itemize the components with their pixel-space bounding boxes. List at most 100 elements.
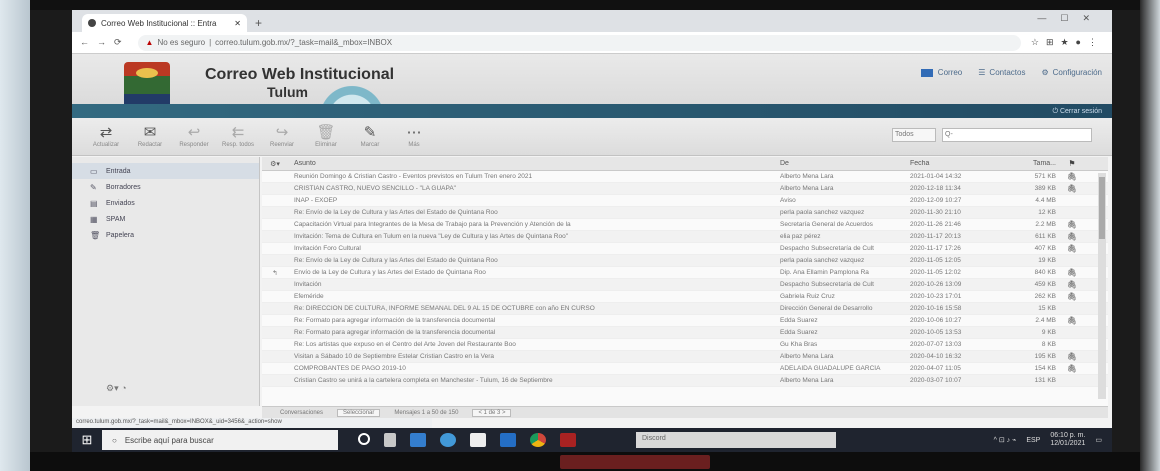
row-date: 2020-10-23 17:01	[910, 293, 962, 300]
refresh-button[interactable]: ⇄ Actualizar	[84, 125, 128, 149]
row-date: 2021-01-04 14:32	[910, 173, 962, 180]
table-row[interactable]: Visitan a Sábado 10 de Septiembre Estela…	[262, 351, 1108, 363]
select-dropdown[interactable]: Seleccionar	[337, 408, 381, 417]
more-button[interactable]: ⋯ Más	[392, 125, 436, 149]
row-size: 840 KB	[1034, 269, 1056, 276]
row-date: 2020-10-06 10:27	[910, 317, 962, 324]
windows-start-icon[interactable]: ⊞	[72, 432, 102, 448]
row-date: 2020-03-07 10:07	[910, 377, 962, 384]
table-row[interactable]: Re: Formato para agregar información de …	[262, 315, 1108, 327]
attachment-icon: 🖇	[1066, 244, 1078, 253]
row-subject: Invitación	[294, 281, 322, 288]
table-row[interactable]: Invitación Foro Cultural Despacho Subsecr…	[262, 243, 1108, 255]
row-size: 15 KB	[1038, 305, 1056, 312]
row-subject: Cristian Castro se unirá a la cartelera …	[294, 377, 553, 384]
row-date: 2020-10-16 15:58	[910, 305, 962, 312]
trash-icon: 🗑	[90, 230, 101, 240]
clock[interactable]: 06:10 p. m. 12/01/2021	[1050, 432, 1085, 448]
tray-icons[interactable]: ^ ⊡ ♪ ⌁	[994, 436, 1017, 444]
row-size: 8 KB	[1041, 341, 1056, 348]
new-tab-icon[interactable]: +	[255, 16, 262, 30]
attachment-icon: 🖇	[1066, 316, 1078, 325]
navigation-icons[interactable]: ←→⟳	[80, 37, 130, 48]
list-scrollbar[interactable]	[1098, 173, 1106, 399]
table-row[interactable]: COMPROBANTES DE PAGO 2019-10 ADELAIDA GUA…	[262, 363, 1108, 375]
list-statusbar: Conversaciones Seleccionar Mensajes 1 a …	[262, 406, 1108, 418]
mail-app-icon[interactable]	[500, 433, 516, 447]
reply-all-button[interactable]: ⇇ Resp. todos	[216, 125, 260, 149]
pagination[interactable]: < 1 de 3 >	[472, 408, 512, 417]
search-scope-select[interactable]: Todos	[892, 128, 936, 142]
table-row[interactable]: Re: Los artistas que expuso en el Centro…	[262, 339, 1108, 351]
table-row[interactable]: Invitación: Tema de Cultura en Tulum en …	[262, 231, 1108, 243]
discord-notification[interactable]: Discord	[636, 432, 836, 448]
logout-link[interactable]: ⏻ Cerrar sesión	[1053, 108, 1103, 116]
folder-sent[interactable]: ▤ Enviados	[72, 195, 259, 211]
folder-drafts[interactable]: ✎ Borradores	[72, 179, 259, 195]
cortana-icon[interactable]	[358, 433, 370, 445]
column-size[interactable]: Tama...	[1006, 160, 1062, 167]
row-from: Gu Kha Bras	[780, 341, 818, 348]
mark-button[interactable]: ✎ Marcar	[348, 124, 392, 149]
store-icon[interactable]	[470, 433, 486, 447]
notification-icon[interactable]: ▭	[1095, 436, 1102, 444]
forward-button[interactable]: ↪ Reenviar	[260, 124, 304, 149]
row-subject: Capacitación Virtual para Integrantes de…	[294, 221, 571, 228]
table-row[interactable]: INAP - EXOEP Aviso 2020-12-09 10:27 4.4 MB	[262, 195, 1108, 207]
row-from: Alberto Mena Lara	[780, 185, 834, 192]
forward-icon: ↪	[275, 124, 289, 141]
folder-trash[interactable]: 🗑 Papelera	[72, 227, 259, 243]
inbox-icon: ▭	[90, 166, 98, 176]
table-row[interactable]: Re: Envío de la Ley de Cultura y las Art…	[262, 255, 1108, 267]
thread-toggle-icon[interactable]: ⚙▾	[262, 160, 288, 168]
reply-button[interactable]: ↩ Responder	[172, 124, 216, 149]
nav-contacts[interactable]: ☰ Contactos	[978, 68, 1025, 77]
row-from: Edda Suarez	[780, 329, 818, 336]
top-navigation: Correo ☰ Contactos ⚙ Configuración	[920, 68, 1102, 77]
folder-spam[interactable]: ▦ SPAM	[72, 211, 259, 227]
table-row[interactable]: CRISTIAN CASTRO, NUEVO SENCILLO - "LA GU…	[262, 183, 1108, 195]
row-from: Despacho Subsecretaría de Cult	[780, 281, 874, 288]
table-row[interactable]: Capacitación Virtual para Integrantes de…	[262, 219, 1108, 231]
row-size: 459 KB	[1034, 281, 1056, 288]
window-controls[interactable]: —☐✕	[1037, 13, 1104, 24]
browser-action-icons[interactable]: ☆⊞★●⋮	[1031, 37, 1104, 48]
row-size: 262 KB	[1034, 293, 1056, 300]
table-row[interactable]: Re: Envío de la Ley de Cultura y las Art…	[262, 207, 1108, 219]
folder-inbox[interactable]: ▭ Entrada	[72, 163, 259, 179]
favicon-icon	[88, 19, 96, 27]
column-subject[interactable]: Asunto	[288, 160, 776, 167]
column-date[interactable]: Fecha	[910, 160, 1006, 167]
taskbar-search-input[interactable]: ○ Escribe aquí para buscar	[102, 430, 338, 450]
row-size: 389 KB	[1034, 185, 1056, 192]
compose-button[interactable]: ✉ Redactar	[128, 125, 172, 149]
row-size: 611 KB	[1035, 233, 1056, 240]
task-view-icon[interactable]	[384, 433, 396, 447]
url-input[interactable]: ▲ No es seguro | correo.tulum.gob.mx/?_t…	[137, 34, 1021, 51]
column-from[interactable]: De	[776, 160, 910, 167]
browser-tab[interactable]: Correo Web Institucional :: Entra ✕	[82, 14, 247, 32]
attachment-icon: 🖇	[1066, 220, 1078, 229]
table-row[interactable]: Reunión Domingo & Cristian Castro - Even…	[262, 171, 1108, 183]
table-row[interactable]: Re: Formato para agregar información de …	[262, 327, 1108, 339]
nav-settings[interactable]: ⚙ Configuración	[1041, 68, 1102, 77]
delete-button[interactable]: 🗑 Eliminar	[304, 125, 348, 149]
edge-icon[interactable]	[440, 433, 456, 447]
language-indicator[interactable]: ESP	[1026, 437, 1040, 444]
mark-icon: ✎	[363, 124, 377, 141]
chrome-icon[interactable]	[530, 433, 546, 447]
threads-toggle[interactable]: Conversaciones	[280, 410, 323, 416]
search-input[interactable]: Q-	[942, 128, 1092, 142]
app-icon-blue[interactable]	[410, 433, 426, 447]
table-row[interactable]: ↰ Envío de la Ley de Cultura y las Artes …	[262, 267, 1108, 279]
nav-mail[interactable]: Correo	[920, 68, 962, 77]
taskbar-apps	[358, 433, 576, 447]
reply-icon: ↩	[187, 124, 201, 141]
close-tab-icon[interactable]: ✕	[234, 19, 241, 28]
table-row[interactable]: Re: DIRECCIÓN DE CULTURA, INFORME SEMANA…	[262, 303, 1108, 315]
table-row[interactable]: Invitación Despacho Subsecretaría de Cult…	[262, 279, 1108, 291]
app-icon-red[interactable]	[560, 433, 576, 447]
table-row[interactable]: Cristian Castro se unirá a la cartelera …	[262, 375, 1108, 387]
table-row[interactable]: Efeméride Gabriela Ruiz Cruz 2020-10-23 17…	[262, 291, 1108, 303]
sidebar-footer[interactable]: ⚙▾ ◔	[106, 383, 127, 394]
